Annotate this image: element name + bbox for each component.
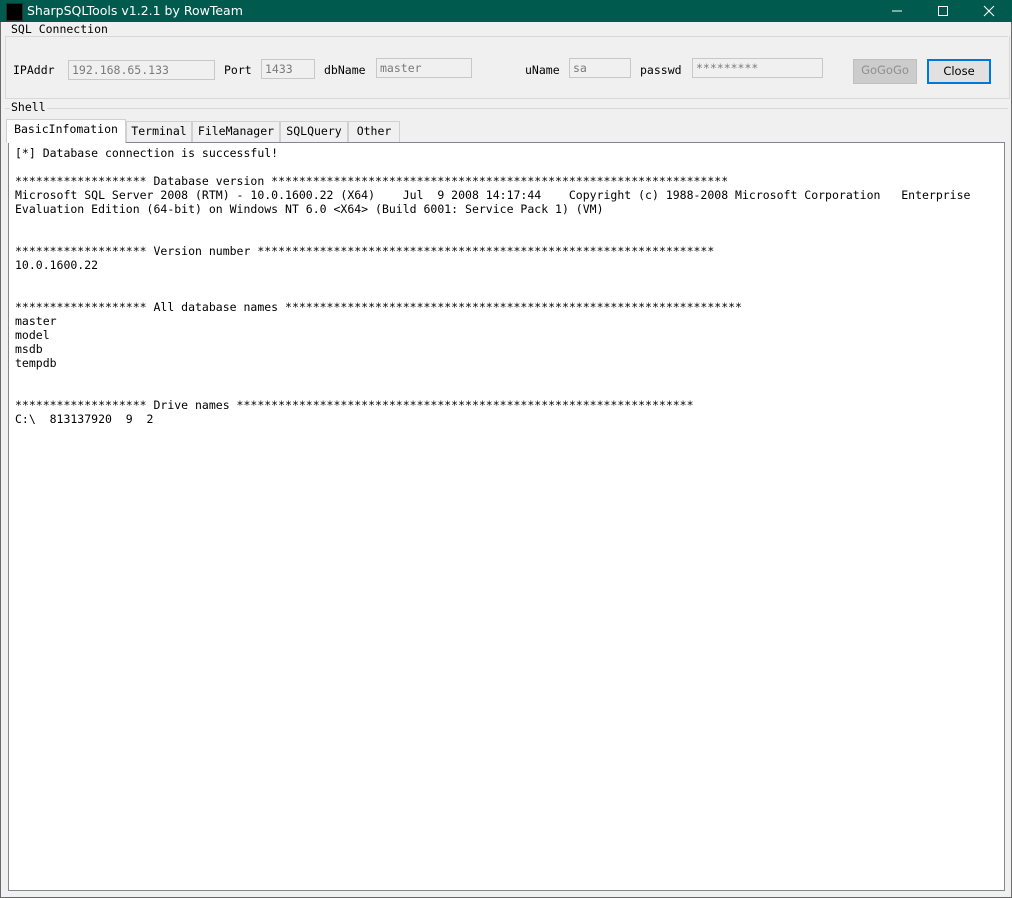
ip-label: IPAddr	[13, 63, 55, 77]
window-title: SharpSQLTools v1.2.1 by RowTeam	[27, 3, 243, 18]
window-close-button[interactable]	[966, 0, 1012, 22]
tab-basicinfomation[interactable]: BasicInfomation	[6, 119, 126, 143]
dbname-label: dbName	[324, 63, 366, 77]
uname-input[interactable]: sa	[569, 58, 631, 78]
maximize-button[interactable]	[920, 0, 966, 22]
close-icon	[983, 5, 995, 17]
app-icon	[6, 3, 23, 21]
ip-input[interactable]: 192.168.65.133	[68, 60, 215, 80]
tab-terminal[interactable]: Terminal	[126, 121, 192, 142]
shell-group-title: Shell	[10, 100, 47, 114]
output-textarea[interactable]: [*] Database connection is successful! *…	[8, 142, 1005, 891]
port-label: Port	[224, 63, 252, 77]
passwd-label: passwd	[640, 63, 682, 77]
close-button[interactable]: Close	[927, 59, 991, 84]
tab-filemanager[interactable]: FileManager	[192, 121, 280, 142]
tab-sqlquery[interactable]: SQLQuery	[280, 121, 348, 142]
shell-group-border	[5, 108, 1008, 109]
maximize-icon	[938, 6, 948, 16]
minimize-icon	[892, 10, 902, 12]
sql-connection-group-title: SQL Connection	[10, 22, 109, 36]
tab-other[interactable]: Other	[348, 121, 400, 142]
dbname-input[interactable]: master	[376, 58, 472, 78]
output-text: [*] Database connection is successful! *…	[15, 146, 971, 426]
uname-label: uName	[525, 63, 560, 77]
passwd-input[interactable]: *********	[692, 58, 823, 78]
minimize-button[interactable]	[874, 0, 920, 22]
gogogo-button[interactable]: GoGoGo	[853, 59, 917, 84]
title-bar[interactable]: SharpSQLTools v1.2.1 by RowTeam	[0, 0, 1012, 22]
port-input[interactable]: 1433	[261, 59, 315, 79]
